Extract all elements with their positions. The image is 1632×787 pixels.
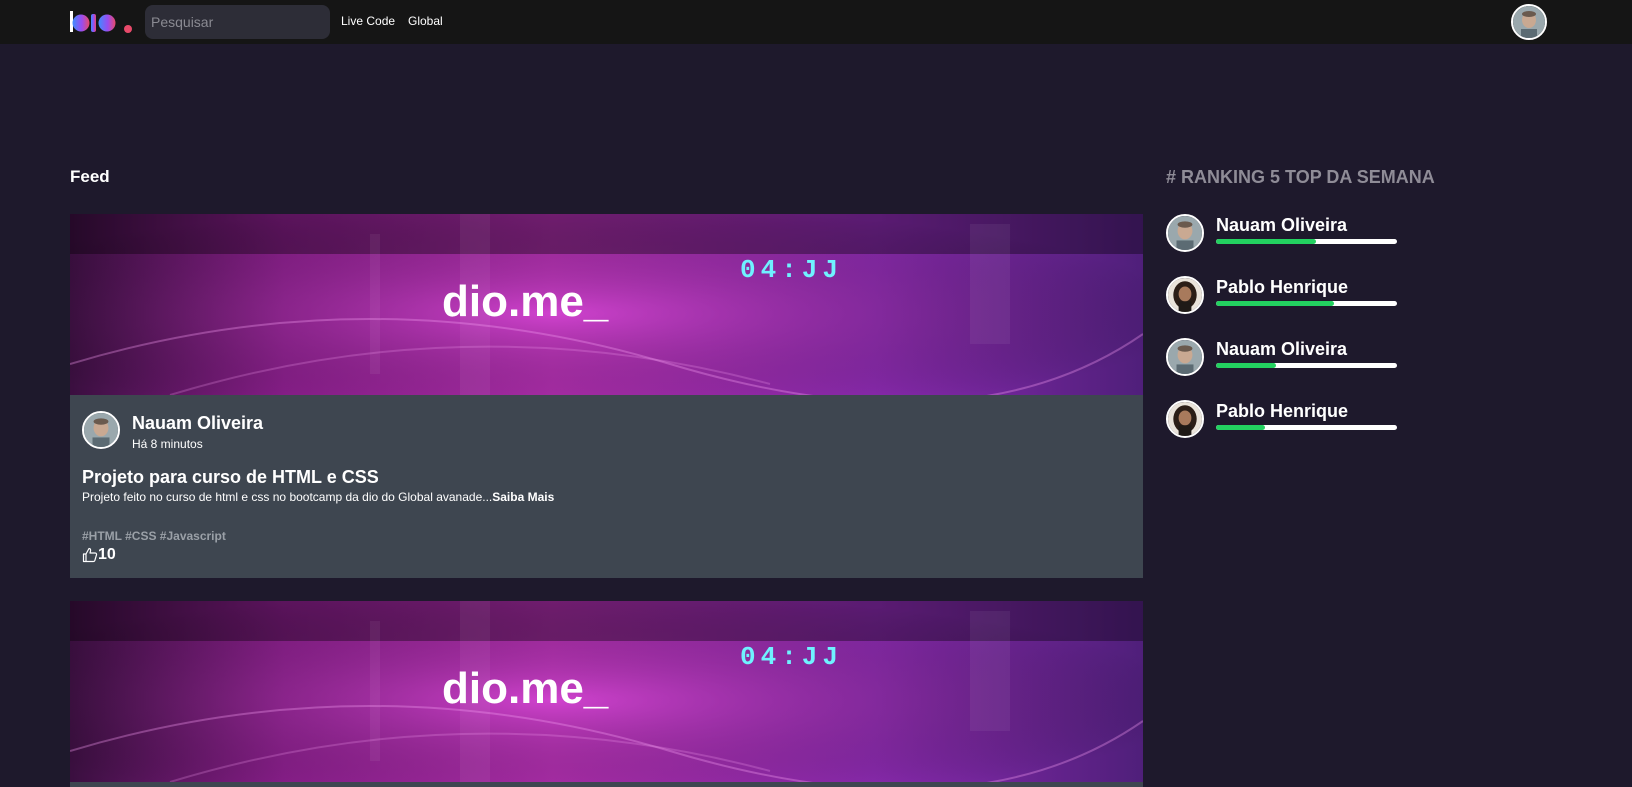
ranking-progress-fill	[1216, 239, 1316, 244]
top-header: Live Code Global	[0, 0, 1632, 44]
feed-title: Feed	[70, 167, 110, 186]
post-time: Há 8 minutos	[132, 437, 203, 451]
like-count: 10	[98, 546, 116, 563]
like-button[interactable]: 10	[82, 546, 116, 564]
person-photo-icon	[1168, 402, 1202, 436]
post-card[interactable]: 04:JJ dio.me_	[70, 601, 1143, 787]
post-body: Nauam Oliveira Há 8 minutos Projeto para…	[70, 395, 1143, 578]
banner-logo-text: dio.me_	[442, 277, 609, 326]
ranking-progress-bar	[1216, 239, 1397, 244]
person-photo-icon	[1168, 340, 1202, 374]
thumbs-up-icon	[82, 547, 98, 563]
user-avatar[interactable]	[1511, 4, 1547, 40]
banner-timer: 04:JJ	[740, 255, 843, 285]
ranking-progress-bar	[1216, 301, 1397, 306]
post-description: Projeto feito no curso de html e css no …	[82, 490, 554, 504]
post-title: Projeto para curso de HTML e CSS	[82, 467, 379, 487]
ranking-item[interactable]: Nauam Oliveira	[1166, 338, 1406, 378]
person-photo-icon	[1168, 216, 1202, 250]
nav-global[interactable]: Global	[408, 14, 443, 28]
nav-live-code[interactable]: Live Code	[341, 14, 395, 28]
post-banner-image: 04:JJ dio.me_	[70, 601, 1143, 782]
ranking-avatar	[1166, 214, 1204, 252]
ranking-name: Nauam Oliveira	[1216, 339, 1348, 359]
person-photo-icon	[1513, 6, 1545, 38]
ranking-name: Pablo Henrique	[1216, 401, 1349, 421]
ranking-progress-fill	[1216, 363, 1276, 368]
search-input[interactable]	[145, 5, 330, 39]
post-banner-image: 04:JJ dio.me_	[70, 214, 1143, 395]
ranking-item[interactable]: Pablo Henrique	[1166, 276, 1406, 316]
person-photo-icon	[84, 413, 118, 447]
ranking-title: # RANKING 5 TOP DA SEMANA	[1166, 167, 1435, 187]
ranking-progress-fill	[1216, 425, 1265, 430]
ranking-item[interactable]: Pablo Henrique	[1166, 400, 1406, 440]
banner-timer: 04:JJ	[740, 642, 843, 672]
ranking-name: Nauam Oliveira	[1216, 215, 1348, 235]
ranking-name: Pablo Henrique	[1216, 277, 1349, 297]
post-description-text: Projeto feito no curso de html e css no …	[82, 490, 493, 504]
ranking-avatar	[1166, 400, 1204, 438]
ranking-progress-bar	[1216, 363, 1397, 368]
ranking-avatar	[1166, 338, 1204, 376]
ranking-progress-fill	[1216, 301, 1334, 306]
read-more-link[interactable]: Saiba Mais	[492, 490, 554, 504]
post-author-avatar[interactable]	[82, 411, 120, 449]
ranking-avatar	[1166, 276, 1204, 314]
ranking-progress-bar	[1216, 425, 1397, 430]
post-author-name: Nauam Oliveira	[132, 413, 264, 433]
banner-logo-text: dio.me_	[442, 664, 609, 713]
post-tags: #HTML #CSS #Javascript	[82, 529, 226, 543]
post-body	[70, 782, 1143, 787]
person-photo-icon	[1168, 278, 1202, 312]
post-card[interactable]: 04:JJ dio.me_ Nauam Oliveira Há 8 minuto…	[70, 214, 1143, 578]
dio-logo[interactable]	[70, 9, 134, 35]
ranking-item[interactable]: Nauam Oliveira	[1166, 214, 1406, 254]
